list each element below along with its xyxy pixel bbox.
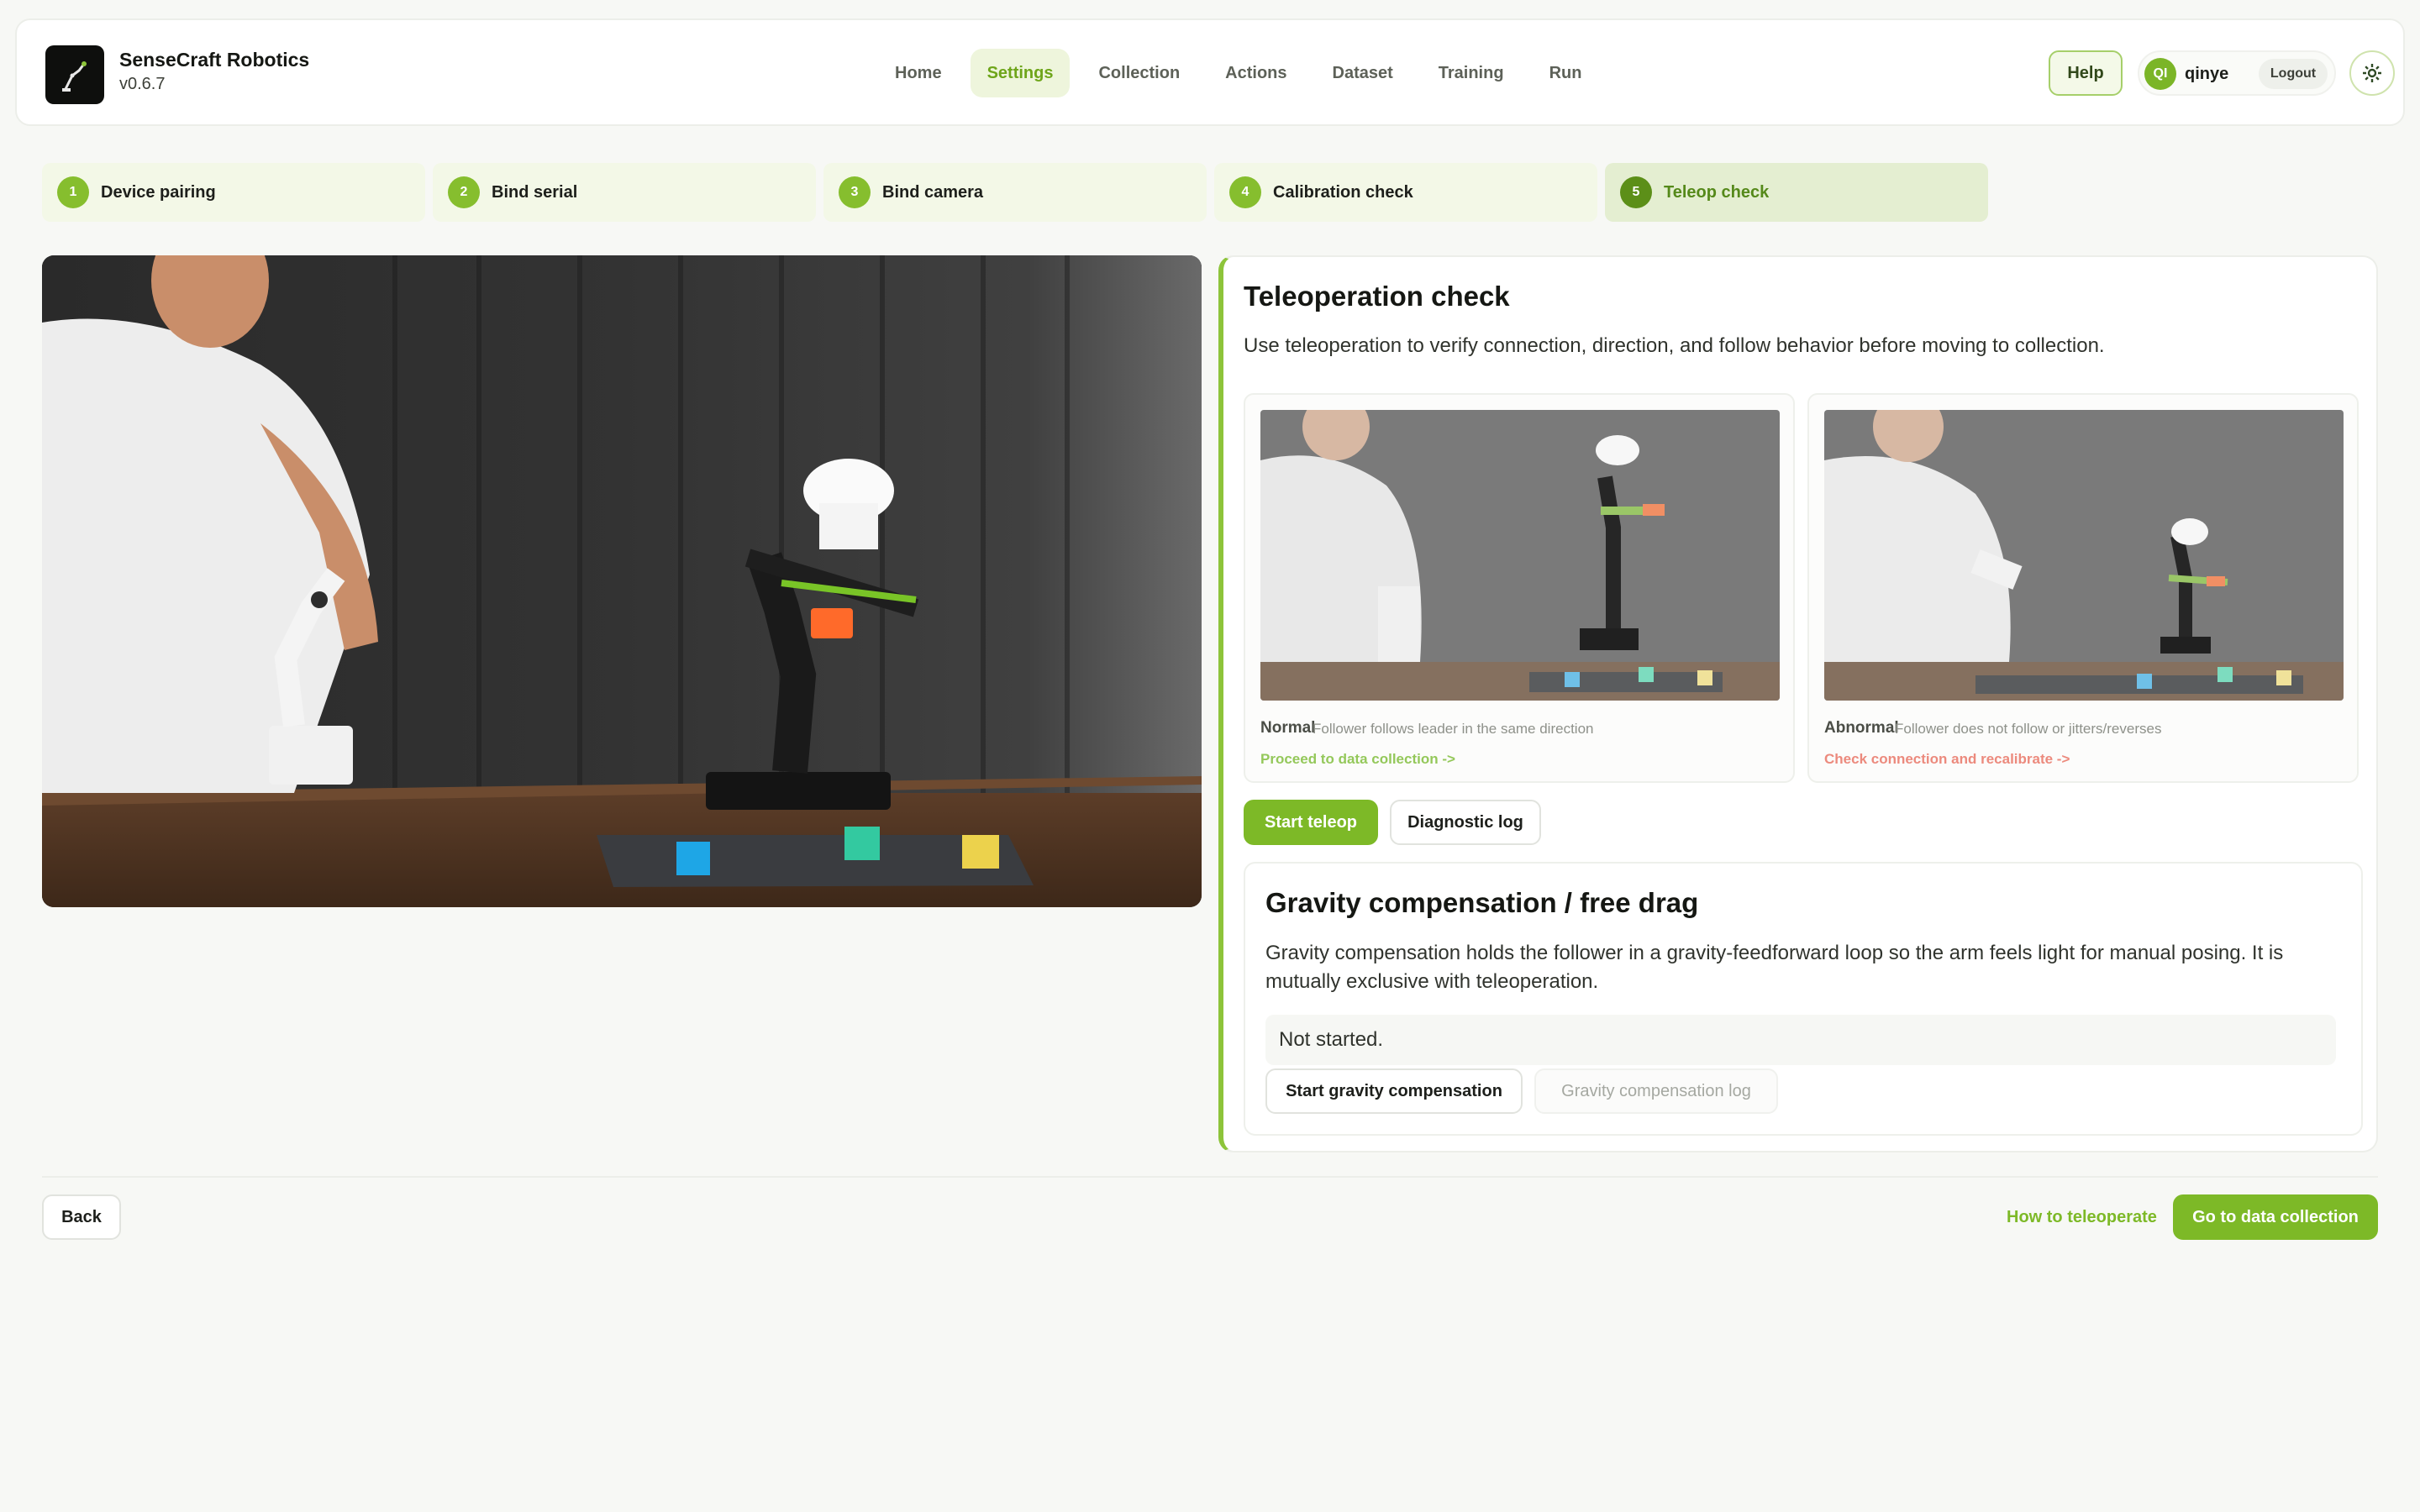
top-bar: SenseCraft Robotics v0.6.7 Home Settings… — [15, 18, 2405, 126]
normal-description: Follower follows leader in the same dire… — [1313, 721, 1594, 737]
gravity-description: Gravity compensation holds the follower … — [1265, 942, 2284, 993]
back-button[interactable]: Back — [42, 1194, 121, 1240]
main-nav: Home Settings Collection Actions Dataset… — [878, 49, 1598, 97]
username: qinye — [2185, 65, 2229, 83]
logout-button[interactable]: Logout — [2259, 59, 2328, 89]
start-teleop-button[interactable]: Start teleop — [1244, 800, 1378, 845]
check-connection-link[interactable]: Check connection and recalibrate -> — [1824, 751, 2070, 768]
step-label: Calibration check — [1273, 182, 1413, 202]
step-bind-camera[interactable]: 3 Bind camera — [823, 163, 1207, 222]
user-menu: QI qinye Logout — [2138, 50, 2336, 96]
gravity-title: Gravity compensation / free drag — [1265, 887, 1699, 918]
app-version: v0.6.7 — [119, 75, 166, 93]
robot-arm-logo-icon — [62, 61, 87, 92]
gravity-compensation-log-button[interactable]: Gravity compensation log — [1534, 1068, 1778, 1114]
step-calibration-check[interactable]: 4 Calibration check — [1214, 163, 1597, 222]
diagnostic-log-button[interactable]: Diagnostic log — [1390, 800, 1541, 845]
step-teleop-check[interactable]: 5 Teleop check — [1605, 163, 1988, 222]
normal-label: Normal — [1260, 719, 1316, 737]
nav-dataset[interactable]: Dataset — [1316, 49, 1410, 97]
nav-home[interactable]: Home — [878, 49, 959, 97]
nav-run[interactable]: Run — [1533, 49, 1599, 97]
brand-name: SenseCraft Robotics — [119, 49, 310, 71]
help-button[interactable]: Help — [2049, 50, 2123, 96]
footer-divider — [42, 1176, 2378, 1178]
normal-example-card: Normal Follower follows leader in the sa… — [1244, 393, 1795, 783]
nav-collection[interactable]: Collection — [1081, 49, 1197, 97]
teleop-demo-image — [42, 255, 1202, 907]
gravity-compensation-card: Gravity compensation / free drag Gravity… — [1244, 862, 2363, 1136]
normal-teleop-image — [1260, 410, 1780, 701]
nav-settings[interactable]: Settings — [970, 49, 1071, 97]
panel-title: Teleoperation check — [1244, 281, 1510, 312]
teleop-demo-video[interactable] — [42, 255, 1202, 907]
nav-training[interactable]: Training — [1422, 49, 1521, 97]
proceed-to-collection-link[interactable]: Proceed to data collection -> — [1260, 751, 1455, 768]
how-to-teleoperate-link[interactable]: How to teleoperate — [2007, 1208, 2157, 1227]
normal-example-image — [1260, 410, 1780, 701]
nav-actions[interactable]: Actions — [1208, 49, 1303, 97]
abnormal-example-image — [1824, 410, 2344, 701]
step-label: Bind serial — [492, 182, 578, 202]
start-gravity-compensation-button[interactable]: Start gravity compensation — [1265, 1068, 1523, 1114]
step-number: 3 — [839, 176, 871, 208]
step-number: 4 — [1229, 176, 1261, 208]
panel-description: Use teleoperation to verify connection, … — [1244, 334, 2105, 357]
setup-stepper: 1 Device pairing 2 Bind serial 3 Bind ca… — [42, 163, 1988, 222]
teleop-check-panel: Teleoperation check Use teleoperation to… — [1218, 255, 2378, 1152]
gear-icon — [2363, 64, 2381, 82]
abnormal-description: Follower does not follow or jitters/reve… — [1895, 721, 2162, 737]
abnormal-teleop-image — [1824, 410, 2344, 701]
avatar[interactable]: QI — [2144, 58, 2176, 90]
go-to-data-collection-button[interactable]: Go to data collection — [2173, 1194, 2378, 1240]
step-number: 2 — [448, 176, 480, 208]
step-label: Teleop check — [1664, 182, 1770, 202]
step-label: Bind camera — [882, 182, 984, 202]
step-device-pairing[interactable]: 1 Device pairing — [42, 163, 425, 222]
step-label: Device pairing — [101, 182, 216, 202]
settings-button[interactable] — [2349, 50, 2395, 96]
step-number: 1 — [57, 176, 89, 208]
abnormal-example-card: Abnormal Follower does not follow or jit… — [1807, 393, 2359, 783]
abnormal-label: Abnormal — [1824, 719, 1899, 737]
brand-logo[interactable] — [45, 45, 104, 104]
gravity-status: Not started. — [1265, 1015, 2336, 1065]
step-bind-serial[interactable]: 2 Bind serial — [433, 163, 816, 222]
step-number: 5 — [1620, 176, 1652, 208]
